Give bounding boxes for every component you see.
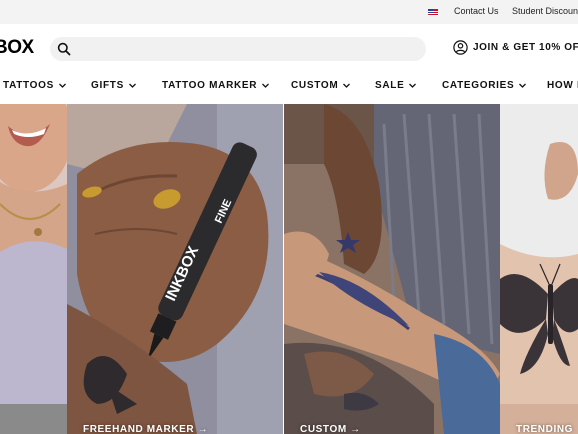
site-header: BOX JOIN & GET 10% OFF — [0, 24, 578, 74]
hero-image-butterfly-tattoo — [500, 104, 578, 434]
search-icon[interactable] — [57, 42, 71, 56]
chevron-down-icon — [409, 83, 417, 88]
custom-link[interactable]: CUSTOM → — [300, 424, 361, 434]
nav-item-tattoo-marker[interactable]: TATTOO MARKER — [162, 80, 270, 91]
trending-link[interactable]: TRENDING — [516, 424, 573, 434]
chevron-down-icon — [343, 83, 351, 88]
chevron-down-icon — [128, 83, 136, 88]
student-discount-link[interactable]: Student Discount — [512, 6, 578, 16]
nav-item-categories[interactable]: CATEGORIES — [442, 80, 527, 91]
chevron-down-icon — [59, 83, 66, 88]
account-icon[interactable] — [453, 40, 468, 55]
nav-item-label: CUSTOM — [291, 80, 339, 91]
nav-item-label: CATEGORIES — [442, 80, 515, 91]
hero-gallery: INKBOX FINE FREEHAND MARKER → CUSTOM → T… — [0, 104, 578, 434]
nav-item-label: HOW I — [547, 80, 578, 91]
nav-item-how[interactable]: HOW I — [547, 80, 578, 91]
nav-item-label: SALE — [375, 80, 405, 91]
nav-item-sale[interactable]: SALE — [375, 80, 417, 91]
hero-image-woman — [0, 104, 67, 434]
utility-bar: Contact Us Student Discount — [0, 0, 578, 24]
search-input[interactable] — [50, 37, 426, 61]
join-offer-link[interactable]: JOIN & GET 10% OFF — [473, 42, 578, 53]
freehand-marker-link[interactable]: FREEHAND MARKER → — [83, 424, 208, 434]
contact-us-link[interactable]: Contact Us — [454, 6, 499, 16]
hero-image-marker-hand: INKBOX FINE — [67, 104, 283, 434]
main-nav: TATTOOS GIFTS TATTOO MARKER CUSTOM SALE … — [0, 74, 578, 104]
nav-item-label: TATTOOS — [3, 80, 55, 91]
hero-panel-custom[interactable]: CUSTOM → — [284, 104, 500, 434]
hero-panel-freehand-marker[interactable]: INKBOX FINE FREEHAND MARKER → — [67, 104, 283, 434]
nav-item-tattoos[interactable]: TATTOOS — [3, 80, 67, 91]
hero-image-arm-tattoo — [284, 104, 500, 434]
chevron-down-icon — [519, 83, 527, 88]
hero-panel-lifestyle[interactable] — [0, 104, 67, 434]
nav-item-label: TATTOO MARKER — [162, 80, 258, 91]
logo[interactable]: BOX — [0, 37, 34, 59]
us-flag-icon[interactable] — [428, 9, 438, 16]
nav-item-gifts[interactable]: GIFTS — [91, 80, 137, 91]
nav-item-label: GIFTS — [91, 80, 124, 91]
nav-item-custom[interactable]: CUSTOM — [291, 80, 351, 91]
hero-panel-trending[interactable]: TRENDING — [500, 104, 578, 434]
chevron-down-icon — [262, 83, 270, 88]
